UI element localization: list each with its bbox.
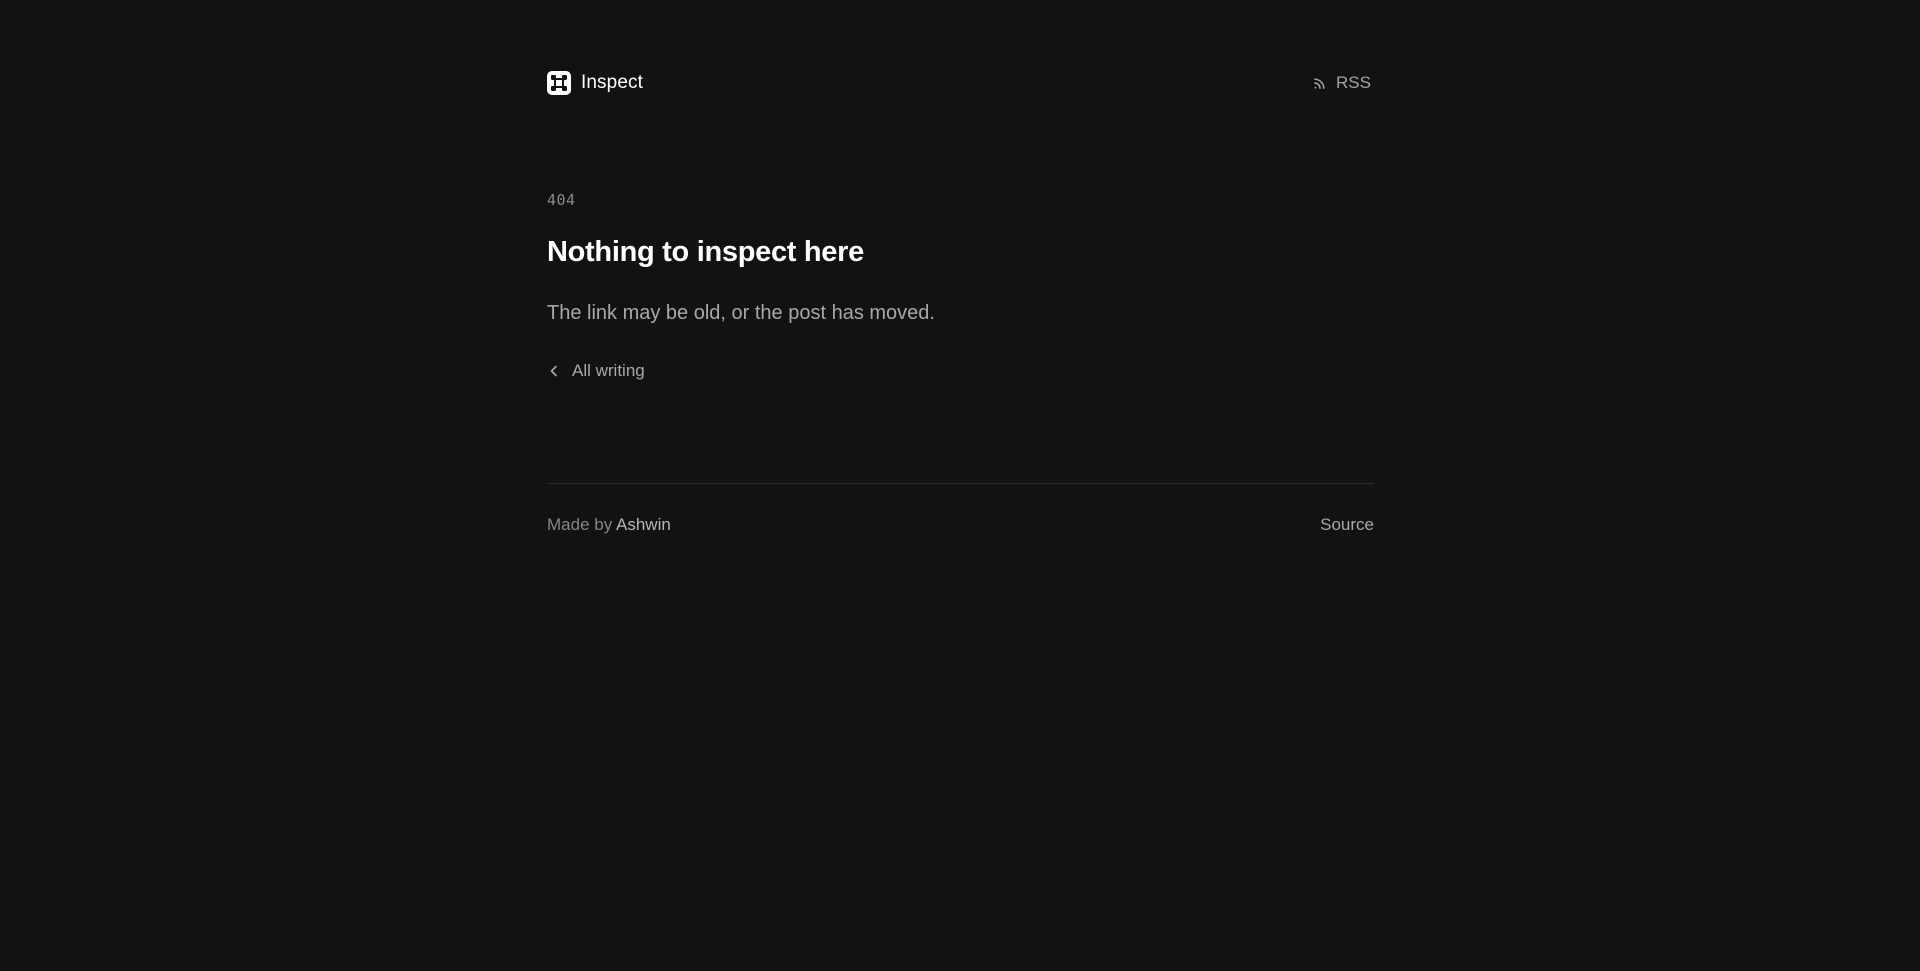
rss-label: RSS <box>1336 73 1371 92</box>
brand-name: Inspect <box>581 72 643 93</box>
inspect-logo-icon <box>547 71 571 95</box>
rss-icon <box>1314 78 1325 89</box>
page-title: Nothing to inspect here <box>547 236 864 268</box>
site-header: Inspect RSS <box>547 70 1371 96</box>
all-writing-link[interactable]: All writing <box>547 361 645 381</box>
author-link[interactable]: Ashwin <box>616 515 671 534</box>
rss-link[interactable]: RSS <box>1312 73 1371 93</box>
footer-divider <box>547 483 1374 484</box>
error-code: 404 <box>547 191 576 209</box>
error-description: The link may be old, or the post has mov… <box>547 302 935 324</box>
chevron-left-icon <box>550 365 557 377</box>
brand-link[interactable]: Inspect <box>547 71 643 95</box>
made-by-text: Made by Ashwin <box>547 515 671 535</box>
site-footer: Made by Ashwin Source <box>547 515 1374 535</box>
made-by-prefix: Made by <box>547 515 613 534</box>
all-writing-label: All writing <box>572 361 645 380</box>
source-link[interactable]: Source <box>1320 515 1374 535</box>
